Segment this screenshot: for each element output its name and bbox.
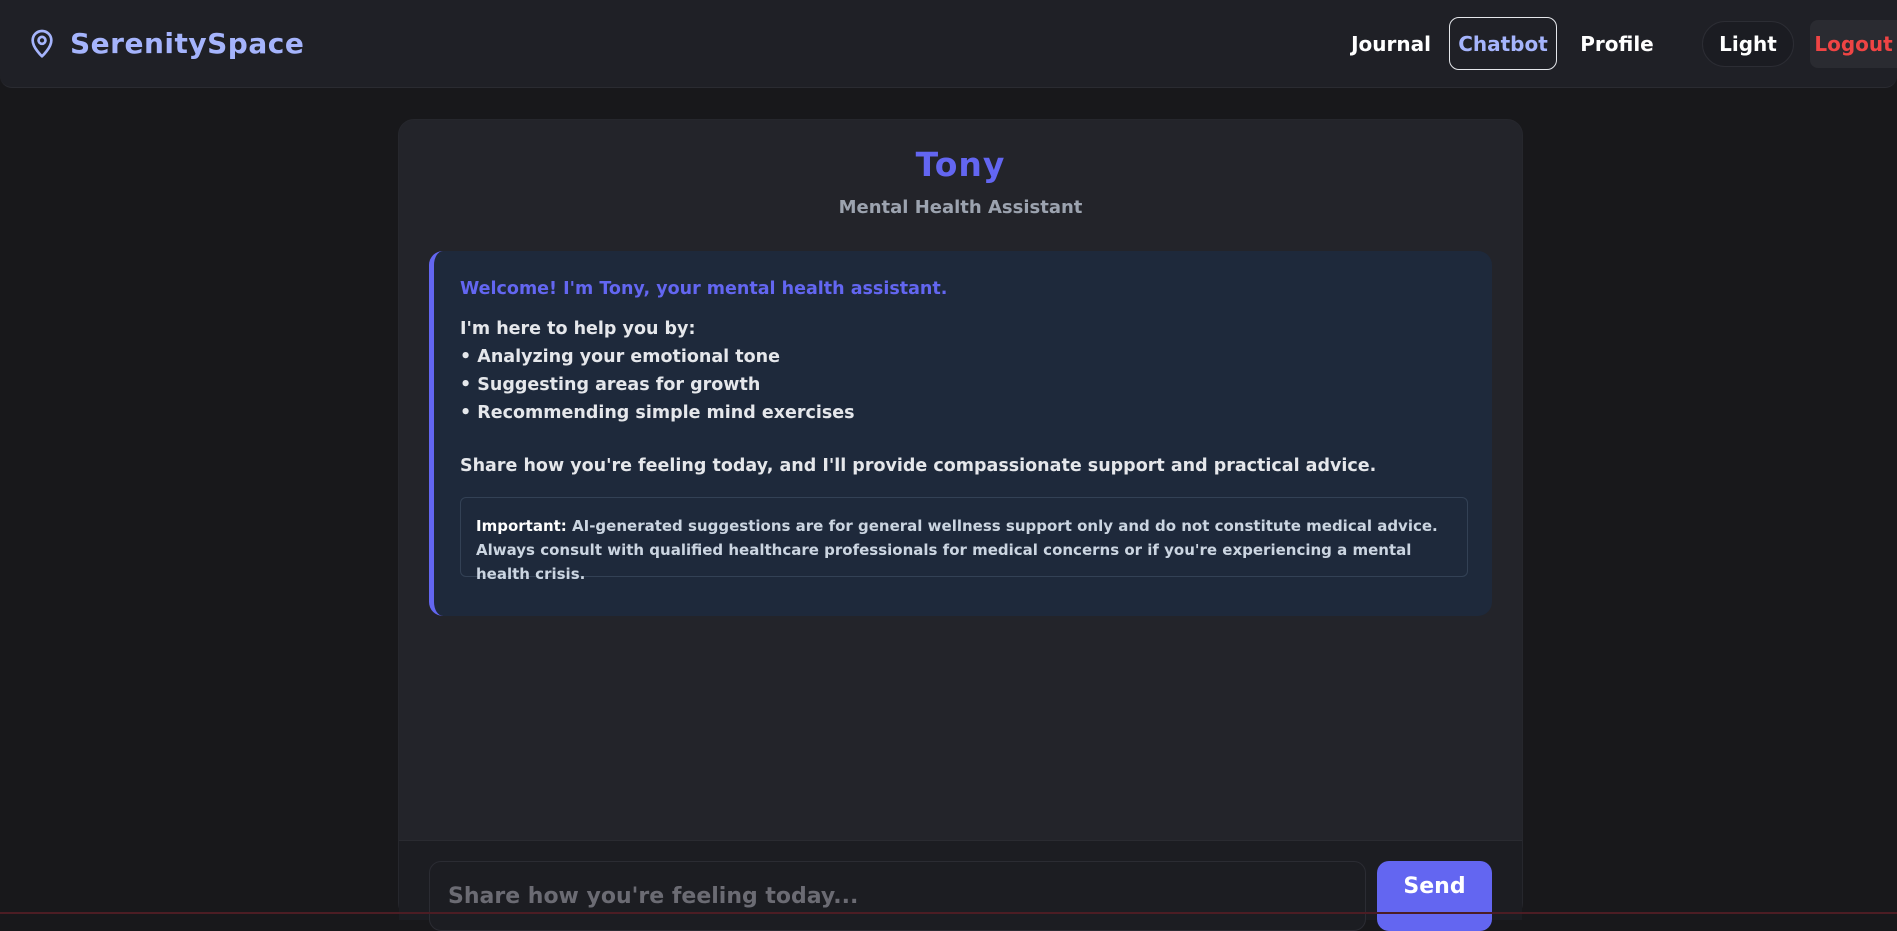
top-navbar: SerenitySpace Journal Chatbot Profile Li… xyxy=(0,0,1897,88)
chat-input-area: Send xyxy=(399,840,1522,931)
disclaimer-box: Important: AI-generated suggestions are … xyxy=(460,497,1468,583)
intro-text: I'm here to help you by: • Analyzing you… xyxy=(460,315,855,427)
nav-chatbot-link[interactable]: Chatbot xyxy=(1449,17,1557,70)
disclaimer-text: AI-generated suggestions are for general… xyxy=(476,517,1438,583)
intro-line: I'm here to help you by: xyxy=(460,319,696,339)
welcome-heading: Welcome! I'm Tony, your mental health as… xyxy=(460,279,948,299)
bot-welcome-message: Welcome! I'm Tony, your mental health as… xyxy=(429,251,1492,616)
brand[interactable]: SerenitySpace xyxy=(26,22,304,64)
bullet-item: • Suggesting areas for growth xyxy=(460,375,761,395)
bot-role: Mental Health Assistant xyxy=(838,197,1083,218)
brand-name: SerenitySpace xyxy=(70,26,305,60)
bot-name: Tony xyxy=(915,145,1006,184)
disclaimer-label: Important: xyxy=(476,517,567,535)
chat-message-input[interactable] xyxy=(429,861,1366,931)
bullet-item: • Analyzing your emotional tone xyxy=(460,347,780,367)
send-button[interactable]: Send xyxy=(1377,861,1492,931)
nav-profile-link[interactable]: Profile xyxy=(1572,17,1662,70)
theme-toggle-button[interactable]: Light xyxy=(1702,21,1794,67)
share-prompt-text: Share how you're feeling today, and I'll… xyxy=(460,456,1377,476)
logout-button[interactable]: Logout xyxy=(1810,20,1897,68)
bullet-item: • Recommending simple mind exercises xyxy=(460,403,855,423)
location-pin-icon xyxy=(31,29,53,58)
nav-journal-link[interactable]: Journal xyxy=(1330,17,1452,70)
chat-card: Tony Mental Health Assistant Welcome! I'… xyxy=(398,119,1523,931)
